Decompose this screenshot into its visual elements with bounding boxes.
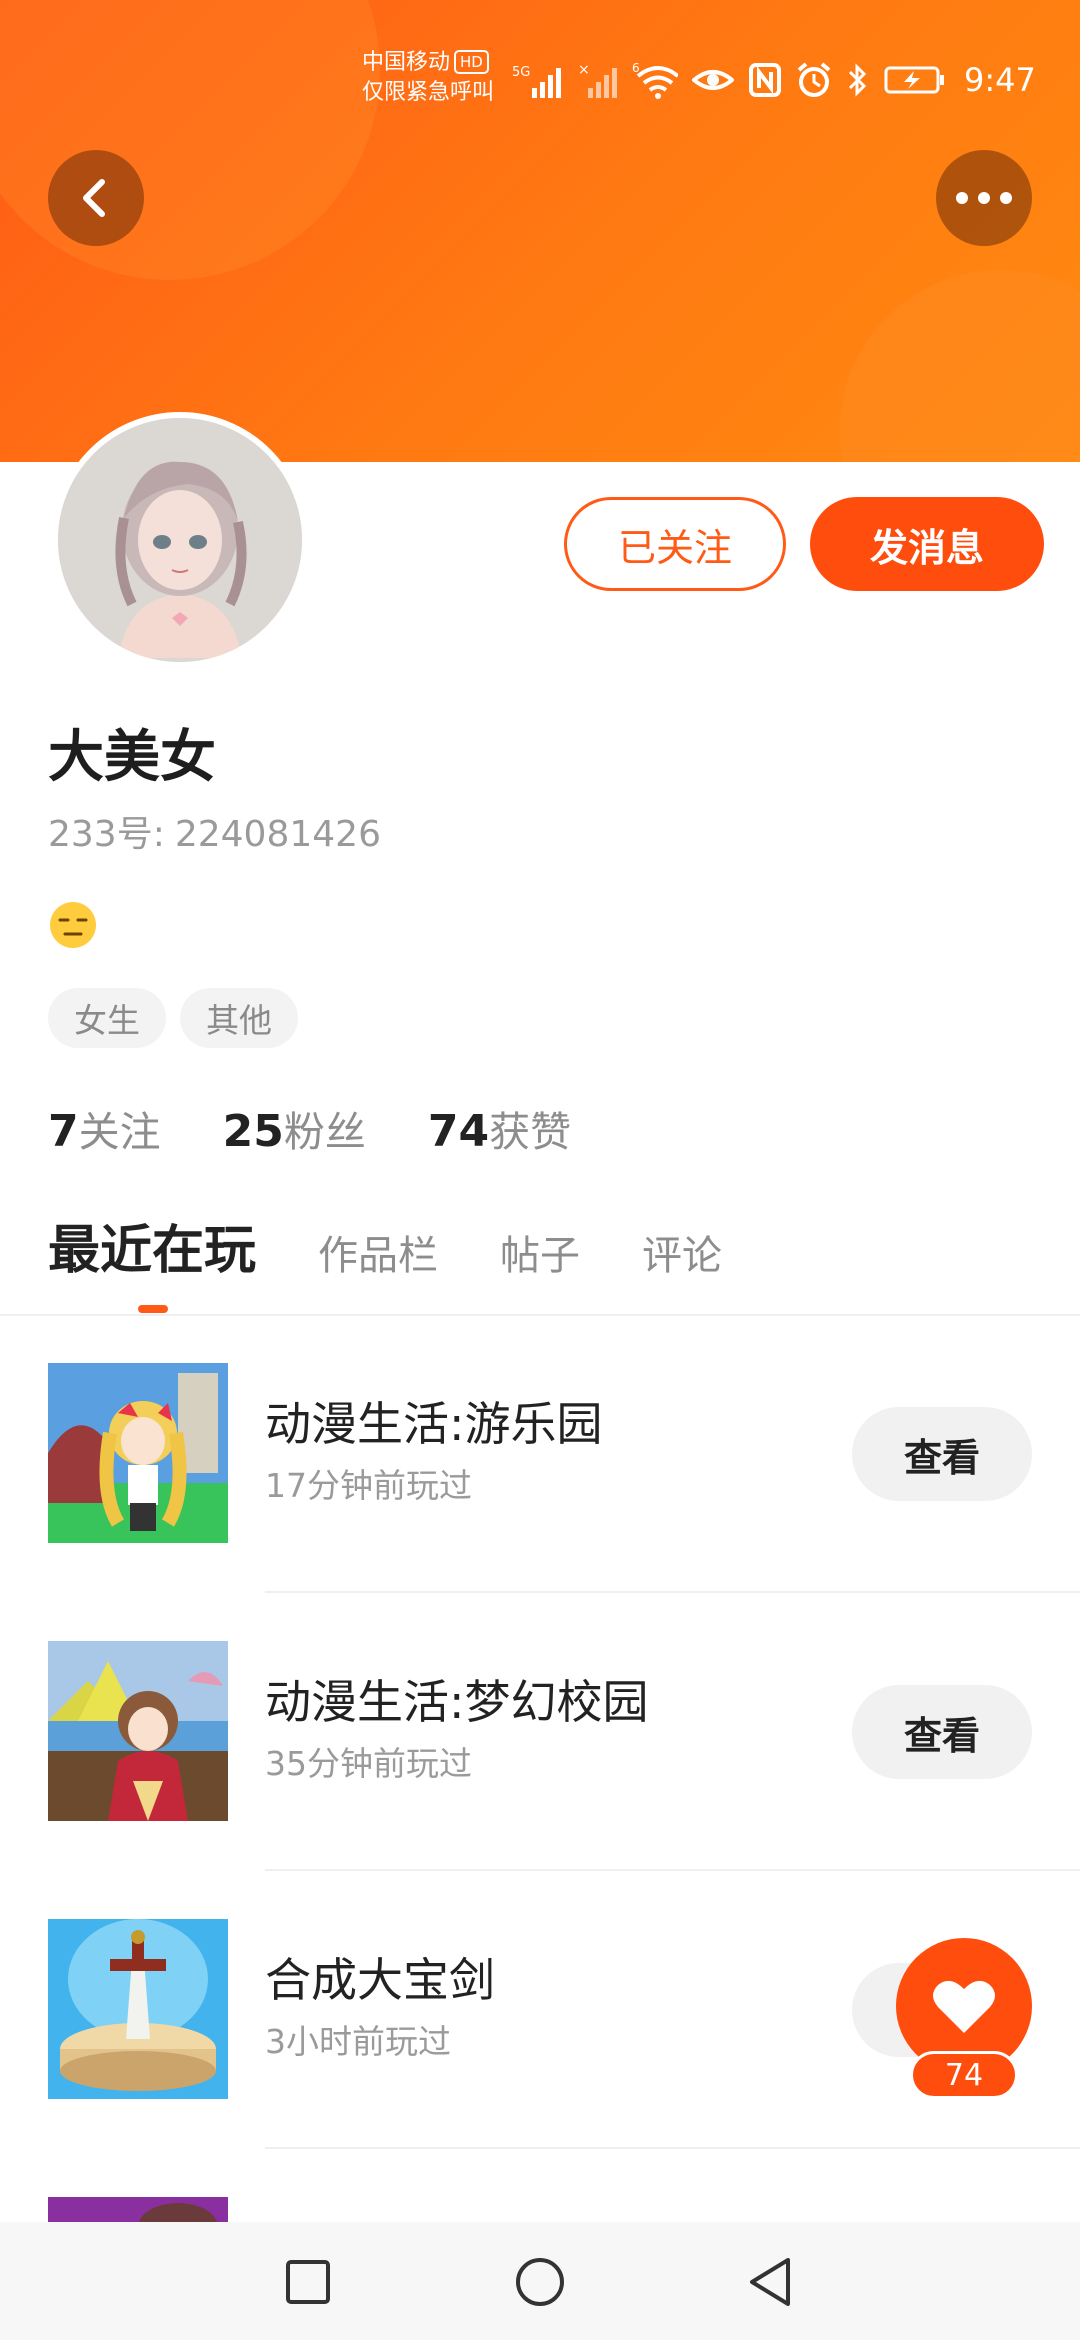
back-button[interactable] — [48, 150, 144, 246]
game-thumbnail — [48, 1363, 228, 1543]
stat-value: 74 — [427, 1106, 490, 1157]
status-icons: 5G × 6 9:47 — [512, 58, 1036, 102]
profile-page: 中国移动 HD 仅限紧急呼叫 5G × 6 9:47 已关注 发消息 大美女 2… — [0, 0, 1080, 2340]
game-title: 动漫生活:梦幻校园 — [265, 1675, 649, 1729]
profile-tabs: 最近在玩 作品栏 帖子 评论 — [48, 1216, 784, 1286]
heart-icon — [933, 1980, 995, 2033]
recent-apps-icon — [286, 2260, 330, 2304]
carrier-name: 中国移动 — [362, 50, 451, 75]
home-icon — [516, 2258, 564, 2306]
signal-no-sim-icon: × — [578, 60, 618, 100]
game-thumbnail — [48, 1919, 228, 2099]
game-thumbnail — [48, 1641, 228, 1821]
divider — [265, 2147, 1080, 2149]
view-game-button[interactable]: 查看 — [852, 1407, 1032, 1501]
back-icon — [83, 179, 105, 217]
send-message-button[interactable]: 发消息 — [810, 497, 1044, 591]
profile-header-background: 中国移动 HD 仅限紧急呼叫 5G × 6 9:47 — [0, 0, 1080, 462]
alarm-icon — [796, 60, 832, 100]
follow-status-button[interactable]: 已关注 — [564, 497, 786, 591]
tab-posts[interactable]: 帖子 — [500, 1226, 580, 1286]
battery-charging-icon — [884, 60, 946, 100]
avatar-image — [58, 418, 302, 662]
game-last-played: 3小时前玩过 — [265, 2022, 451, 2061]
stat-following[interactable]: 7 关注 — [48, 1098, 161, 1158]
svg-text:5G: 5G — [512, 65, 530, 80]
recent-apps-button[interactable] — [278, 2252, 338, 2312]
more-button[interactable] — [936, 150, 1032, 246]
stat-likes[interactable]: 74 获赞 — [428, 1098, 571, 1158]
profile-stats: 7 关注 25 粉丝 74 获赞 — [48, 1098, 571, 1158]
active-tab-indicator — [138, 1305, 168, 1313]
stat-label: 关注 — [78, 1108, 161, 1156]
stat-value: 25 — [222, 1106, 284, 1157]
bluetooth-icon — [846, 60, 870, 100]
divider — [265, 1869, 1080, 1871]
clock: 9:47 — [964, 61, 1036, 99]
like-count: 74 — [910, 2051, 1018, 2099]
eye-comfort-icon — [692, 60, 734, 100]
divider — [0, 1314, 1080, 1316]
user-id-value: 224081426 — [174, 814, 381, 855]
svg-text:6: 6 — [632, 61, 640, 75]
stat-label: 粉丝 — [283, 1108, 366, 1156]
view-game-button[interactable]: 查看 — [852, 1685, 1032, 1779]
stat-label: 获赞 — [489, 1108, 572, 1156]
list-item[interactable]: 动漫生活:梦幻校园 35分钟前玩过 查看 — [0, 1641, 1080, 1919]
list-item[interactable]: 动漫生活:游乐园 17分钟前玩过 查看 — [0, 1363, 1080, 1641]
stat-followers[interactable]: 25 粉丝 — [223, 1098, 366, 1158]
tag-other: 其他 — [180, 988, 298, 1048]
game-last-played: 35分钟前玩过 — [265, 1744, 472, 1783]
mood-emoji — [48, 900, 98, 950]
more-icon — [956, 192, 1012, 204]
tab-works[interactable]: 作品栏 — [318, 1226, 438, 1286]
nfc-icon — [748, 60, 782, 100]
wifi-icon: 6 — [632, 60, 678, 100]
game-last-played: 17分钟前玩过 — [265, 1466, 472, 1505]
hd-badge: HD — [454, 50, 489, 74]
divider — [265, 1591, 1080, 1593]
stat-value: 7 — [48, 1106, 79, 1157]
avatar[interactable] — [52, 412, 308, 668]
signal-5g-icon: 5G — [512, 60, 564, 100]
game-thumbnail — [48, 2197, 228, 2222]
back-nav-button[interactable] — [740, 2252, 800, 2312]
user-id-label: 233号: — [48, 814, 165, 855]
user-name: 大美女 — [48, 725, 216, 790]
header-decoration — [840, 270, 1080, 462]
game-title: 合成大宝剑 — [265, 1953, 495, 2007]
profile-tags: 女生 其他 — [48, 988, 298, 1048]
user-id: 233号: 224081426 — [48, 810, 381, 860]
game-title: 动漫生活:游乐园 — [265, 1397, 603, 1451]
system-navigation-bar — [0, 2222, 1080, 2340]
home-button[interactable] — [510, 2252, 570, 2312]
status-bar: 中国移动 HD 仅限紧急呼叫 5G × 6 9:47 — [0, 40, 1080, 120]
back-nav-icon — [750, 2258, 790, 2306]
tab-comments[interactable]: 评论 — [642, 1226, 722, 1286]
carrier-info: 中国移动 HD 仅限紧急呼叫 — [362, 48, 494, 108]
tab-recently-played[interactable]: 最近在玩 — [48, 1216, 256, 1286]
emergency-only-text: 仅限紧急呼叫 — [362, 80, 495, 105]
svg-text:×: × — [578, 62, 590, 78]
tag-gender: 女生 — [48, 988, 166, 1048]
